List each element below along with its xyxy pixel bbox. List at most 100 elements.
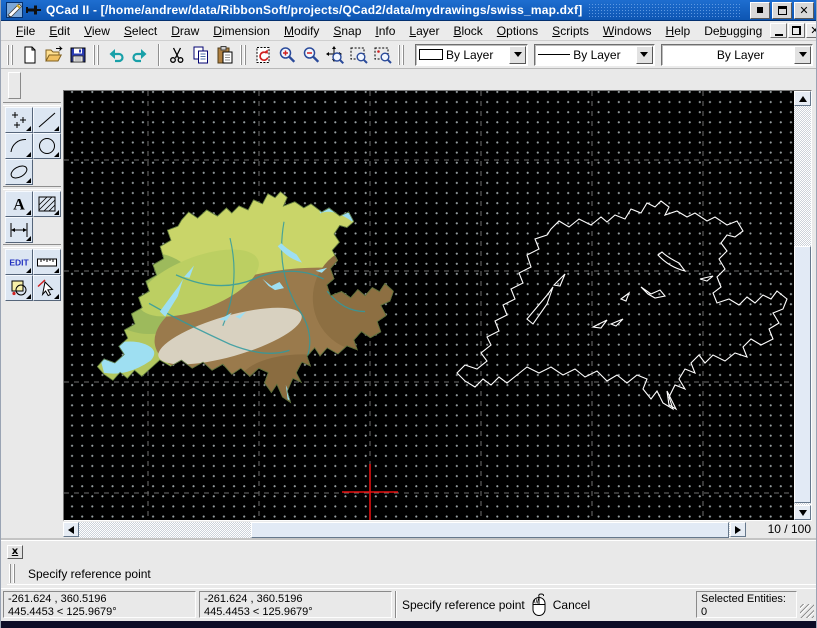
menu-item-help[interactable]: Help	[659, 22, 698, 40]
line-icon	[35, 109, 59, 131]
zoom-in-icon	[277, 45, 297, 65]
rel-coord-xy: -261.624 , 360.5196	[204, 593, 387, 606]
toolbar-grip[interactable]	[93, 45, 101, 65]
menu-item-file[interactable]: File	[9, 22, 42, 40]
drawing-canvas[interactable]	[64, 91, 794, 520]
chevron-down-icon[interactable]	[794, 46, 811, 64]
color-dropdown[interactable]: By Layer	[415, 44, 528, 66]
toolbar-open-button[interactable]	[42, 43, 66, 67]
toolbar-grip[interactable]	[7, 45, 15, 65]
shade-button[interactable]	[750, 2, 770, 19]
tool-text-button[interactable]: A	[5, 191, 33, 217]
toolbar-zoom-out-button[interactable]	[299, 43, 323, 67]
linewidth-value: By Layer	[717, 48, 764, 62]
scroll-up-button[interactable]	[794, 91, 811, 106]
tool-circle-button[interactable]	[33, 133, 61, 159]
palette-row	[1, 107, 63, 133]
menu-item-dimension[interactable]: Dimension	[206, 22, 277, 40]
zoom-page-indicator: 10 / 100	[746, 522, 816, 538]
menu-item-windows[interactable]: Windows	[596, 22, 659, 40]
redo-icon	[130, 45, 150, 65]
tool-measure-button[interactable]	[33, 249, 61, 275]
menu-item-snap[interactable]: Snap	[326, 22, 368, 40]
scroll-right-button[interactable]	[730, 522, 746, 537]
tool-arc-button[interactable]	[5, 133, 33, 159]
mdi-minimize-button[interactable]	[770, 23, 787, 38]
tool-line-button[interactable]	[33, 107, 61, 133]
horizontal-scroll-thumb[interactable]	[251, 522, 729, 538]
tool-block-edit-button[interactable]	[5, 275, 33, 301]
horizontal-scroll-trough[interactable]	[79, 522, 730, 538]
menu-item-modify[interactable]: Modify	[277, 22, 326, 40]
sticky-pin-icon[interactable]	[26, 4, 41, 16]
menu-item-edit[interactable]: Edit	[42, 22, 77, 40]
palette-grip[interactable]	[8, 72, 21, 99]
svg-text:EDIT: EDIT	[9, 258, 29, 268]
tool-edit-button[interactable]: EDIT	[5, 249, 33, 275]
menu-item-options[interactable]: Options	[490, 22, 545, 40]
toolbar-redo-button[interactable]	[128, 43, 152, 67]
qcad-app-icon[interactable]	[6, 2, 23, 18]
toolbar-zoom-auto-button[interactable]	[323, 43, 347, 67]
vertical-scroll-trough[interactable]	[794, 106, 811, 505]
maximize-button[interactable]	[772, 2, 792, 19]
menu-item-select[interactable]: Select	[117, 22, 164, 40]
absolute-coordinates: -261.624 , 360.5196 445.4453 < 125.9679°	[3, 591, 196, 618]
toolbar-zoom-window-button[interactable]	[347, 43, 371, 67]
palette-row	[1, 159, 63, 185]
toolbar-zoom-pan-button[interactable]	[371, 43, 395, 67]
options-grip[interactable]	[9, 564, 18, 583]
menu-items: FileEditViewSelectDrawDimensionModifySna…	[9, 22, 769, 40]
toolbar-redraw-button[interactable]	[251, 43, 275, 67]
palette-empty-cell	[33, 159, 61, 185]
tool-ellipse-button[interactable]	[5, 159, 33, 185]
menu-item-info[interactable]: Info	[368, 22, 402, 40]
tool-dimension-button[interactable]	[5, 217, 33, 243]
toolbar-save-button[interactable]	[66, 43, 90, 67]
palette-separator	[3, 102, 61, 106]
mdi-restore-button[interactable]	[788, 23, 805, 38]
menu-item-layer[interactable]: Layer	[402, 22, 446, 40]
titlebar-grab-area[interactable]	[588, 3, 742, 17]
scroll-down-button[interactable]	[794, 505, 811, 520]
vertical-scroll-thumb[interactable]	[794, 246, 811, 503]
toolbar-zoom-in-button[interactable]	[275, 43, 299, 67]
scroll-left-button[interactable]	[63, 522, 79, 537]
chevron-down-icon[interactable]	[509, 46, 526, 64]
vertical-scrollbar[interactable]	[794, 91, 811, 520]
linewidth-dropdown[interactable]: By Layer	[661, 44, 813, 66]
toolbar-grip[interactable]	[240, 45, 248, 65]
toolbar-new-button[interactable]	[18, 43, 42, 67]
swiss-relief-map-image	[97, 188, 417, 411]
tool-hatch-button[interactable]	[33, 191, 61, 217]
horizontal-scrollbar[interactable]: 10 / 100	[63, 522, 816, 538]
toolbar-grip[interactable]	[398, 45, 406, 65]
toolbar-copy-button[interactable]	[189, 43, 213, 67]
toolbar-undo-button[interactable]	[104, 43, 128, 67]
close-button[interactable]: ✕	[794, 2, 814, 19]
zoom-auto-icon	[325, 45, 345, 65]
circle-icon	[35, 135, 59, 157]
window-title: QCad II - [/home/andrew/data/RibbonSoft/…	[46, 3, 582, 17]
tool-select-button[interactable]	[33, 275, 61, 301]
options-close-button[interactable]: x	[7, 545, 23, 559]
palette-empty-cell	[33, 217, 61, 243]
chevron-down-icon[interactable]	[636, 46, 653, 64]
linetype-dropdown[interactable]: By Layer	[534, 44, 655, 66]
toolbar-cut-button[interactable]	[165, 43, 189, 67]
titlebar[interactable]: QCad II - [/home/andrew/data/RibbonSoft/…	[1, 0, 816, 21]
menu-item-draw[interactable]: Draw	[164, 22, 206, 40]
menu-item-block[interactable]: Block	[446, 22, 489, 40]
menubar: FileEditViewSelectDrawDimensionModifySna…	[1, 21, 816, 41]
content-area: A EDIT	[1, 69, 816, 540]
resize-grip[interactable]	[800, 604, 814, 618]
menu-item-debugging[interactable]: Debugging	[697, 22, 769, 40]
main-toolbar: By Layer By Layer By Layer	[1, 41, 816, 69]
swiss-outline-drawing	[457, 201, 787, 409]
mdi-close-button[interactable]: ✕	[806, 23, 817, 38]
menu-item-scripts[interactable]: Scripts	[545, 22, 596, 40]
tool-points-button[interactable]	[5, 107, 33, 133]
menu-item-view[interactable]: View	[77, 22, 117, 40]
toolbar-paste-button[interactable]	[213, 43, 237, 67]
measure-icon	[35, 251, 59, 273]
